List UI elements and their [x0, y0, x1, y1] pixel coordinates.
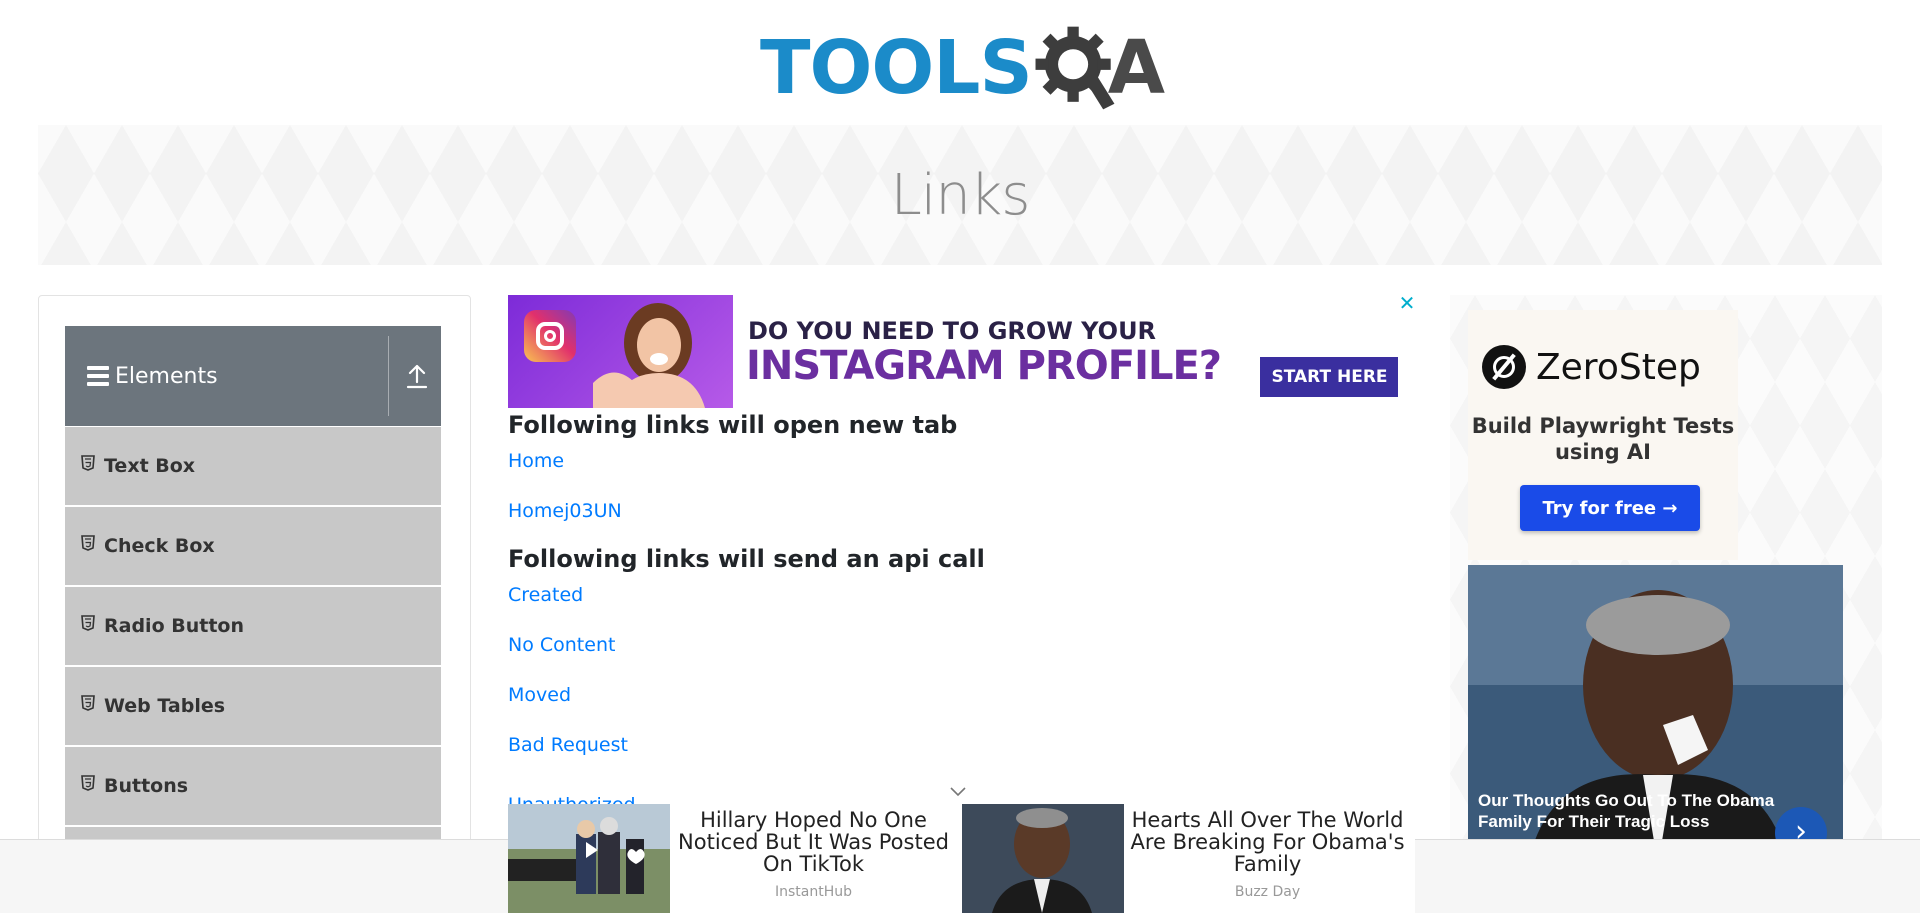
link-bad-request[interactable]: Bad Request — [508, 733, 1408, 757]
try-for-free-button[interactable]: Try for free → — [1520, 485, 1700, 531]
woman-photo — [593, 303, 705, 408]
chevron-down-icon[interactable] — [949, 785, 967, 799]
header-divider — [388, 336, 389, 416]
group-header-elements[interactable]: Elements — [65, 326, 441, 426]
html5-icon — [81, 535, 95, 551]
sidebar-item-radio-button[interactable]: Radio Button — [65, 586, 441, 666]
heading-api: Following links will send an api call — [508, 545, 985, 573]
logo-text-end: A — [1107, 24, 1165, 111]
sidebar-item-text-box[interactable]: Text Box — [65, 426, 441, 506]
zerostep-brand: ZeroStep — [1536, 346, 1701, 388]
heading-new-tab: Following links will open new tab — [508, 411, 958, 439]
page-title: Links — [890, 162, 1031, 228]
zerostep-logo-icon — [1482, 345, 1526, 389]
sidebar-item-check-box[interactable]: Check Box — [65, 506, 441, 586]
bottom-ad-2-source: Buzz Day — [1234, 884, 1301, 900]
sidebar-item-label: Radio Button — [104, 615, 244, 637]
sidebar-item-label: Buttons — [104, 775, 189, 797]
html5-icon — [81, 615, 95, 631]
toolsqa-logo[interactable]: TOOLS A — [760, 20, 1165, 115]
ad-headline-2: INSTAGRAM PROFILE? — [746, 343, 1222, 389]
ad-headline-1: DO YOU NEED TO GROW YOUR — [748, 317, 1157, 345]
zerostep-ad[interactable]: ZeroStep Build Playwright Tests using AI… — [1468, 310, 1738, 560]
page: TOOLS A Links Elements Text Box Check Bo… — [0, 0, 1920, 913]
bottom-ad-1-source: InstantHub — [774, 884, 852, 900]
bottom-ad-1-title: Hillary Hoped No One Noticed But It Was … — [678, 808, 949, 876]
sidebar-item-buttons[interactable]: Buttons — [65, 746, 441, 826]
bottom-ad-2[interactable]: Hearts All Over The World Are Breaking F… — [962, 804, 1415, 913]
link-no-content[interactable]: No Content — [508, 633, 1408, 657]
logo-text-main: TOOLS — [760, 24, 1033, 111]
instagram-icon — [524, 310, 576, 362]
sidebar-item-label: Text Box — [104, 455, 196, 477]
sidebar-item-web-tables[interactable]: Web Tables — [65, 666, 441, 746]
links-content: Following links will open new tab Home H… — [508, 408, 1408, 757]
bottom-ad-1-photo — [508, 804, 670, 913]
html5-icon — [81, 455, 95, 471]
news-caption: Our Thoughts Go Out To The Obama Family … — [1478, 791, 1775, 831]
bottom-ad-2-title: Hearts All Over The World Are Breaking F… — [1130, 808, 1405, 876]
news-ad-card[interactable]: Our Thoughts Go Out To The Obama Family … — [1468, 565, 1843, 865]
link-home[interactable]: Home — [508, 449, 1408, 473]
sidebar-item-label: Web Tables — [104, 695, 226, 717]
left-sidebar: Elements Text Box Check Box Radio Button — [38, 295, 471, 913]
right-ad-panel: ZeroStep Build Playwright Tests using AI… — [1450, 295, 1882, 913]
html5-icon — [81, 695, 95, 711]
menu-list: Text Box Check Box Radio Button Web Tabl… — [65, 426, 441, 906]
html5-icon — [81, 775, 95, 791]
zerostep-logo: ZeroStep — [1482, 345, 1701, 389]
collapse-arrow-icon[interactable] — [405, 362, 429, 390]
bottom-ads: Hillary Hoped No One Noticed But It Was … — [508, 804, 1415, 913]
page-banner: Links — [38, 125, 1882, 265]
zerostep-tagline: Build Playwright Tests using AI — [1471, 414, 1735, 464]
link-home-dynamic[interactable]: Homej03UN — [508, 499, 1408, 523]
bottom-ad-2-photo — [962, 804, 1124, 913]
instagram-ad[interactable]: DO YOU NEED TO GROW YOUR INSTAGRAM PROFI… — [508, 295, 1398, 408]
sidebar-item-label: Check Box — [104, 535, 215, 557]
hamburger-icon — [87, 366, 109, 386]
close-icon[interactable]: ✕ — [1398, 293, 1416, 313]
bottom-ad-1[interactable]: Hillary Hoped No One Noticed But It Was … — [508, 804, 958, 913]
ad-cta-button[interactable]: START HERE — [1260, 357, 1398, 397]
link-created[interactable]: Created — [508, 583, 1408, 607]
link-moved[interactable]: Moved — [508, 683, 1408, 707]
group-title: Elements — [115, 363, 218, 389]
